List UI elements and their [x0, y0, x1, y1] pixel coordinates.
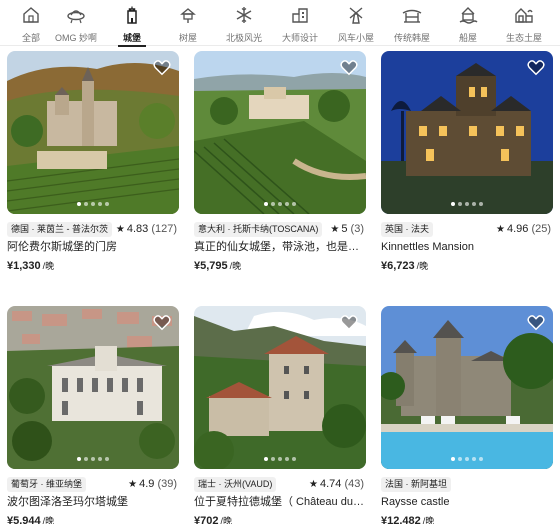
- heart-icon[interactable]: [340, 314, 358, 331]
- listing-price: ¥1,330/晚: [7, 260, 55, 272]
- category-omg[interactable]: OMG 妙啊: [48, 6, 104, 46]
- category-treehouse[interactable]: 树屋: [160, 6, 216, 46]
- star-icon: ★: [308, 479, 318, 490]
- boathouse-icon: [458, 6, 478, 24]
- heart-icon[interactable]: [153, 59, 171, 76]
- listing-photo[interactable]: [381, 51, 553, 214]
- listing-card[interactable]: 意大利 · 托斯卡纳(TOSCANA) ★ 5 (3) 真正的仙女城堡，带泳池，也…: [194, 51, 366, 272]
- windmill-icon: [346, 6, 366, 24]
- star-icon: ★: [128, 479, 138, 490]
- category-label: 传统韩屋: [393, 33, 430, 43]
- listing-photo[interactable]: [194, 51, 366, 214]
- category-label: 树屋: [178, 33, 197, 43]
- heart-icon[interactable]: [527, 314, 545, 331]
- design-building-icon: [290, 6, 310, 24]
- location-badge: 英国 · 法夫: [381, 222, 433, 237]
- location-badge: 意大利 · 托斯卡纳(TOSCANA): [194, 222, 323, 237]
- category-windmill[interactable]: 风车小屋: [328, 6, 384, 46]
- carousel-dots: [77, 457, 109, 461]
- carousel-dots: [451, 457, 483, 461]
- hanok-icon: [402, 6, 422, 24]
- category-bar: 全部 OMG 妙啊 城堡 树屋 北极风光 大师设计 风车小屋 传统韩屋 船屋 生…: [0, 0, 560, 47]
- house-icon: [21, 6, 41, 24]
- rating: ★ 4.9 (39): [128, 478, 177, 490]
- rating: ★ 5 (3): [330, 223, 364, 235]
- category-label: 大师设计: [281, 33, 318, 43]
- snowflake-icon: [234, 6, 254, 24]
- star-icon: ★: [330, 224, 340, 235]
- star-icon: ★: [495, 224, 505, 235]
- listing-card[interactable]: 德国 · 莱茵兰 - 普法尔茨 ★ 4.83 (127) 阿伦费尔斯城堡的门房 ¥…: [7, 51, 179, 272]
- heart-icon[interactable]: [527, 59, 545, 76]
- heart-icon[interactable]: [340, 59, 358, 76]
- category-label: 城堡: [122, 33, 141, 43]
- treehouse-icon: [178, 6, 198, 24]
- category-label: 风车小屋: [337, 33, 374, 43]
- listing-photo[interactable]: [381, 306, 553, 469]
- listing-card[interactable]: 英国 · 法夫 ★ 4.96 (25) Kinnettles Mansion ¥6…: [381, 51, 553, 272]
- rating: ★ 4.96 (25): [495, 223, 551, 235]
- star-icon: ★: [115, 224, 125, 235]
- category-arctic[interactable]: 北极风光: [216, 6, 272, 46]
- carousel-dots: [77, 202, 109, 206]
- carousel-dots: [264, 202, 296, 206]
- listing-card[interactable]: 瑞士 · 沃州(VAUD) ★ 4.74 (43) 位于夏特拉德城堡（ Châte…: [194, 306, 366, 524]
- category-label: 生态土屋: [505, 33, 542, 43]
- listing-title: 真正的仙女城堡，带泳池，也是婚礼…: [194, 241, 366, 253]
- listing-photo[interactable]: [194, 306, 366, 469]
- carousel-dots: [264, 457, 296, 461]
- location-badge: 瑞士 · 沃州(VAUD): [194, 477, 277, 492]
- category-label: 全部: [21, 33, 40, 43]
- category-hanok[interactable]: 传统韩屋: [384, 6, 440, 46]
- rating: ★ 4.83 (127): [115, 223, 177, 235]
- listing-photo[interactable]: [7, 51, 179, 214]
- category-design[interactable]: 大师设计: [272, 6, 328, 46]
- listing-card[interactable]: 法国 · 新阿基坦 Raysse castle ¥12,482/晚: [381, 306, 553, 524]
- earth-house-icon: [514, 6, 534, 24]
- rating: ★ 4.74 (43): [308, 478, 364, 490]
- location-badge: 法国 · 新阿基坦: [381, 477, 451, 492]
- listing-title: 位于夏特拉德城堡（ Château du C…: [194, 496, 366, 508]
- category-earth-house[interactable]: 生态土屋: [496, 6, 552, 46]
- listing-title: 波尔图泽洛圣玛尔塔城堡: [7, 496, 128, 508]
- listing-title: Kinnettles Mansion: [381, 241, 474, 253]
- listing-price: ¥12,482/晚: [381, 515, 435, 524]
- category-label: 北极风光: [225, 33, 262, 43]
- category-label: 船屋: [458, 33, 477, 43]
- category-castle[interactable]: 城堡: [104, 6, 160, 47]
- listing-title: 阿伦费尔斯城堡的门房: [7, 241, 117, 253]
- category-label: OMG 妙啊: [55, 33, 97, 43]
- listing-price: ¥702/晚: [194, 515, 232, 524]
- listing-card[interactable]: 葡萄牙 · 维亚纳堡 ★ 4.9 (39) 波尔图泽洛圣玛尔塔城堡 ¥5,944/…: [7, 306, 179, 524]
- heart-icon[interactable]: [153, 314, 171, 331]
- carousel-dots: [451, 202, 483, 206]
- castle-icon: [122, 6, 142, 24]
- listing-photo[interactable]: [7, 306, 179, 469]
- listing-price: ¥6,723/晚: [381, 260, 429, 272]
- listing-title: Raysse castle: [381, 496, 450, 508]
- listing-price: ¥5,944/晚: [7, 515, 55, 524]
- ufo-icon: [66, 6, 86, 24]
- category-boathouse[interactable]: 船屋: [440, 6, 496, 46]
- location-badge: 德国 · 莱茵兰 - 普法尔茨: [7, 222, 112, 237]
- listing-price: ¥5,795/晚: [194, 260, 242, 272]
- location-badge: 葡萄牙 · 维亚纳堡: [7, 477, 86, 492]
